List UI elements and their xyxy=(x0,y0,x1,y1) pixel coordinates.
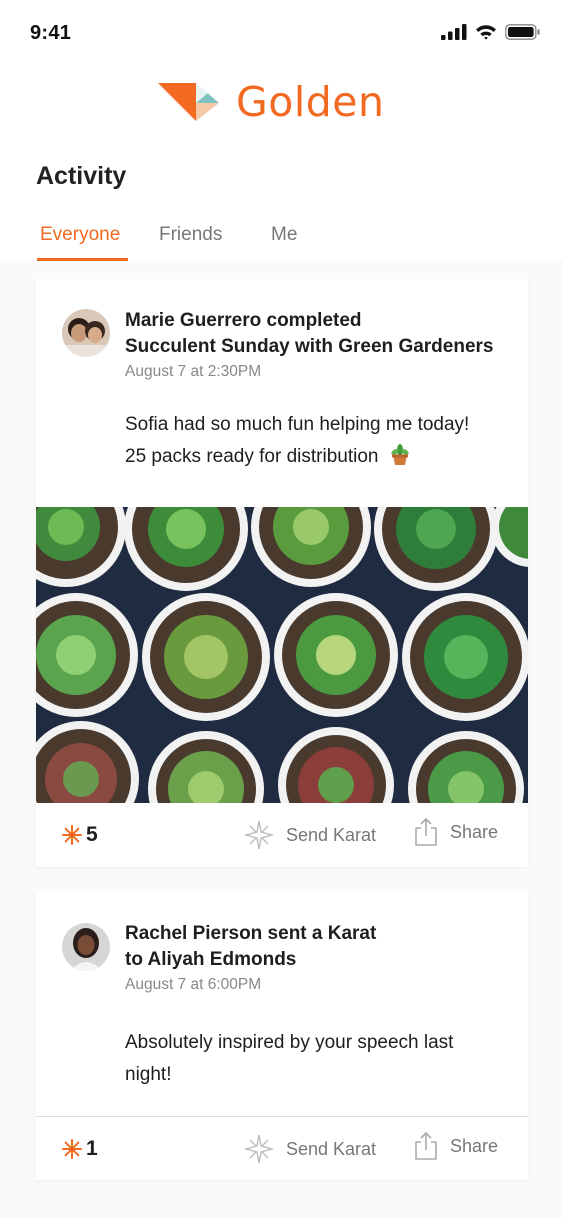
share-icon xyxy=(415,1132,437,1160)
share-button[interactable]: Share xyxy=(414,817,498,847)
activity-headline[interactable]: to Aliyah Edmonds xyxy=(125,947,518,973)
karat-count: 5 xyxy=(62,823,98,847)
share-label: Share xyxy=(450,1135,499,1156)
activity-timestamp: August 7 at 2:30PM xyxy=(125,363,262,380)
activity-card[interactable]: Marie Guerrero completed Succulent Sunda… xyxy=(36,279,528,867)
battery-icon xyxy=(505,24,540,40)
send-karat-label: Send Karat xyxy=(286,1138,377,1159)
activity-photo[interactable] xyxy=(36,507,528,803)
activity-timestamp: August 7 at 6:00PM xyxy=(125,976,262,993)
golden-logo: Golden xyxy=(156,78,384,126)
activity-card[interactable]: Rachel Pierson sent a Karat to Aliyah Ed… xyxy=(36,891,528,1180)
status-icons xyxy=(441,24,541,40)
share-button[interactable]: Share xyxy=(414,1131,498,1161)
card-actions: 1 Send Karat Share xyxy=(36,1117,528,1181)
card-actions: 5 Send Karat Share xyxy=(36,803,528,867)
karat-count-value: 5 xyxy=(86,823,98,846)
activity-headline: Rachel Pierson sent a Karat xyxy=(125,923,377,944)
tab-me[interactable]: Me xyxy=(271,224,297,246)
active-tab-indicator xyxy=(37,258,128,261)
brand-name: Golden xyxy=(236,78,385,126)
send-karat-button[interactable]: Send Karat xyxy=(244,1134,376,1164)
share-label: Share xyxy=(450,821,499,842)
send-karat-label: Send Karat xyxy=(286,824,377,845)
message-line: Sofia had so much fun helping me today! xyxy=(125,414,470,435)
activity-headline: Marie Guerrero completed xyxy=(125,310,362,331)
karat-burst-icon xyxy=(62,1139,82,1159)
activity-message: Absolutely inspired by your speech last … xyxy=(125,1027,512,1091)
message-line: night! xyxy=(125,1064,172,1085)
karat-count-value: 1 xyxy=(86,1137,98,1160)
tab-friends[interactable]: Friends xyxy=(159,224,222,246)
avatar[interactable] xyxy=(62,923,110,971)
page-title: Activity xyxy=(36,162,127,190)
app-header: Golden Activity Everyone Friends Me xyxy=(0,64,563,261)
karat-outline-icon xyxy=(244,820,274,850)
card-header: Marie Guerrero completed Succulent Sunda… xyxy=(125,308,518,382)
share-icon xyxy=(415,818,437,846)
wifi-icon xyxy=(476,25,496,40)
activity-message: Sofia had so much fun helping me today! … xyxy=(125,409,512,473)
status-bar: 9:41 xyxy=(0,0,563,64)
karat-outline-icon xyxy=(244,1134,274,1164)
golden-logo-icon xyxy=(158,83,219,121)
avatar[interactable] xyxy=(62,309,110,357)
status-time: 9:41 xyxy=(30,22,72,44)
tab-everyone[interactable]: Everyone xyxy=(40,224,120,246)
potted-plant-icon xyxy=(391,444,409,465)
karat-count: 1 xyxy=(62,1137,98,1161)
message-line: Absolutely inspired by your speech last xyxy=(125,1032,454,1053)
card-header: Rachel Pierson sent a Karat to Aliyah Ed… xyxy=(125,921,518,995)
succulents-photo xyxy=(36,507,528,803)
cellular-signal-icon xyxy=(441,24,467,40)
activity-headline[interactable]: Succulent Sunday with Green Gardeners xyxy=(125,334,518,360)
avatar-photo xyxy=(62,923,110,971)
message-line: 25 packs ready for distribution xyxy=(125,446,379,467)
avatar-photo xyxy=(62,309,110,357)
send-karat-button[interactable]: Send Karat xyxy=(244,820,376,850)
message-line-with-emoji: 25 packs ready for distribution xyxy=(125,441,512,473)
karat-burst-icon xyxy=(62,825,82,845)
